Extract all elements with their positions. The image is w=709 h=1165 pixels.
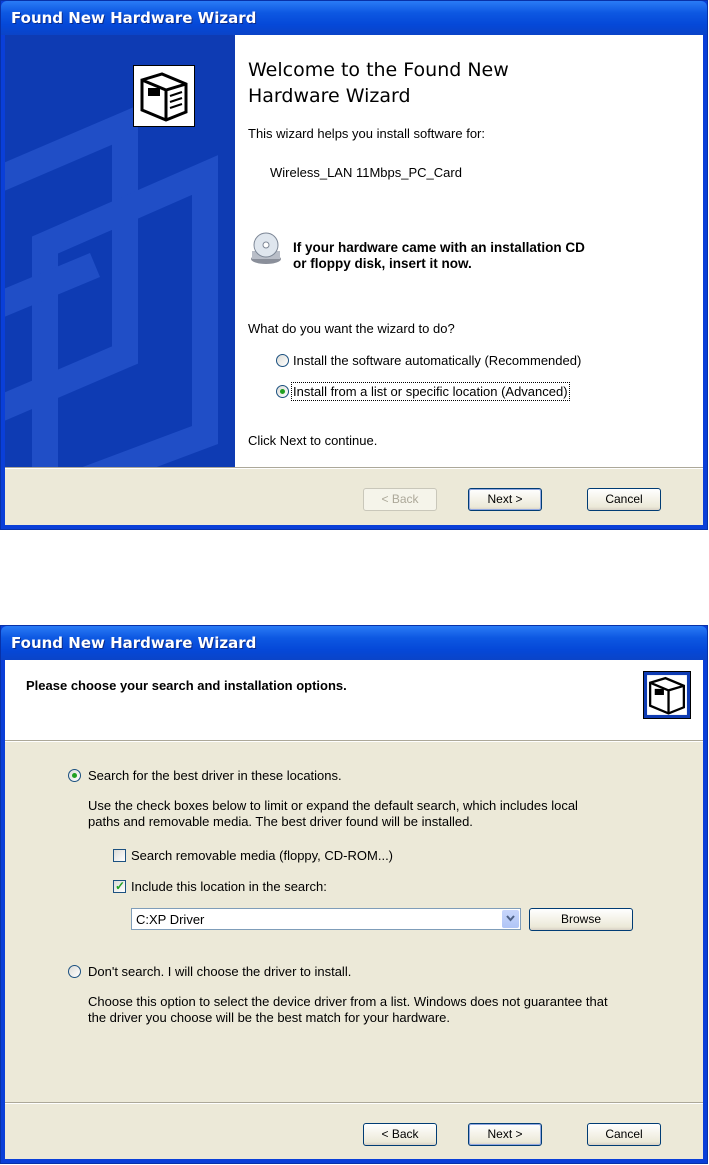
title-bar[interactable]: Found New Hardware Wizard xyxy=(1,626,707,660)
device-name: Wireless_LAN 11Mbps_PC_Card xyxy=(270,165,462,180)
location-combobox[interactable]: C:XP Driver xyxy=(131,908,521,930)
title-bar[interactable]: Found New Hardware Wizard xyxy=(1,1,707,35)
footer-divider xyxy=(5,1102,703,1104)
cd-prompt-line-1: If your hardware came with an installati… xyxy=(293,240,585,255)
radio-search-best-driver[interactable] xyxy=(68,769,81,782)
window-title: Found New Hardware Wizard xyxy=(11,634,257,652)
option-automatic-label[interactable]: Install the software automatically (Reco… xyxy=(293,353,581,368)
footer-divider xyxy=(5,467,703,469)
search-description-line-1: Use the check boxes below to limit or ex… xyxy=(88,798,578,813)
include-location-label[interactable]: Include this location in the search: xyxy=(131,879,327,894)
hardware-card-icon xyxy=(643,671,691,719)
wizard-client-area: Welcome to the Found New Hardware Wizard… xyxy=(5,35,703,525)
wizard-window-search-options: Found New Hardware Wizard Please choose … xyxy=(0,625,708,1164)
search-description-line-2: paths and removable media. The best driv… xyxy=(88,814,473,829)
wizard-window-welcome: Found New Hardware Wizard Welcome to the… xyxy=(0,0,708,530)
window-title: Found New Hardware Wizard xyxy=(11,9,257,27)
back-button[interactable]: < Back xyxy=(363,488,437,511)
dont-search-description-line-1: Choose this option to select the device … xyxy=(88,994,608,1009)
dont-search-description-line-2: the driver you choose will be the best m… xyxy=(88,1010,451,1025)
cd-prompt-line-2: or floppy disk, insert it now. xyxy=(293,256,472,271)
welcome-heading: Welcome to the Found New Hardware Wizard xyxy=(248,59,509,107)
intro-text: This wizard helps you install software f… xyxy=(248,126,485,141)
next-button[interactable]: Next > xyxy=(468,488,542,511)
checkbox-include-location[interactable]: ✓ xyxy=(113,879,126,893)
radio-install-automatically[interactable] xyxy=(276,354,289,367)
question-text: What do you want the wizard to do? xyxy=(248,321,455,336)
header-divider xyxy=(5,740,703,742)
dont-search-label[interactable]: Don't search. I will choose the driver t… xyxy=(88,964,351,979)
wizard-side-panel xyxy=(5,35,235,467)
cancel-button[interactable]: Cancel xyxy=(587,488,661,511)
side-panel-decoration xyxy=(5,105,218,467)
wizard-header: Please choose your search and installati… xyxy=(5,660,703,740)
search-option-label[interactable]: Search for the best driver in these loca… xyxy=(88,768,342,783)
page-title: Please choose your search and installati… xyxy=(26,678,347,693)
browse-button[interactable]: Browse xyxy=(529,908,633,931)
cd-prompt: If your hardware came with an installati… xyxy=(293,240,585,272)
location-value[interactable]: C:XP Driver xyxy=(136,912,204,927)
removable-media-label[interactable]: Search removable media (floppy, CD-ROM..… xyxy=(131,848,393,863)
hardware-card-icon xyxy=(133,65,195,127)
option-advanced-label[interactable]: Install from a list or specific location… xyxy=(291,382,570,401)
cancel-button[interactable]: Cancel xyxy=(587,1123,661,1146)
cd-drive-icon xyxy=(248,231,284,267)
wizard-client-area: Please choose your search and installati… xyxy=(5,660,703,1159)
back-button[interactable]: < Back xyxy=(363,1123,437,1146)
wizard-content: Welcome to the Found New Hardware Wizard… xyxy=(235,35,703,467)
next-button[interactable]: Next > xyxy=(468,1123,542,1146)
radio-install-from-list[interactable] xyxy=(276,385,289,398)
checkbox-search-removable-media[interactable] xyxy=(113,849,126,862)
radio-dont-search[interactable] xyxy=(68,965,81,978)
continue-hint: Click Next to continue. xyxy=(248,433,378,448)
chevron-down-icon[interactable] xyxy=(502,910,519,928)
